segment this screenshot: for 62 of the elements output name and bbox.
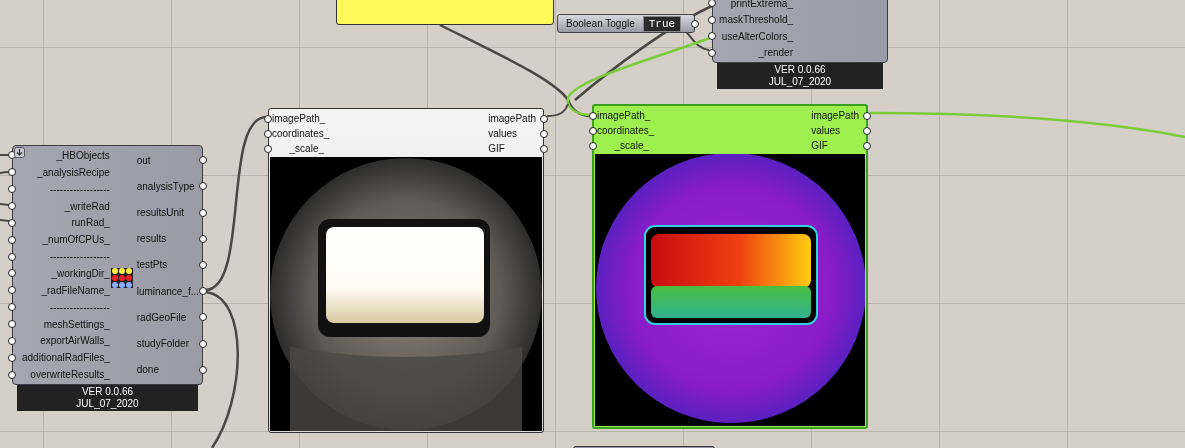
output-label: luminance_f... <box>136 285 199 297</box>
output-port[interactable] <box>199 339 207 348</box>
output-port[interactable] <box>199 261 207 269</box>
input-label: _scale_ <box>613 140 649 151</box>
input-label: additionalRadFiles_ <box>20 352 110 364</box>
input-label: ------------------ <box>48 301 110 313</box>
version-label: VER 0.0.66 JUL_07_2020 <box>717 63 883 89</box>
version-label: VER 0.0.66 JUL_07_2020 <box>17 385 198 411</box>
input-label: imagePath_ <box>272 113 326 124</box>
input-label: _workingDir_ <box>50 267 110 279</box>
input-label: exportAirWalls_ <box>39 335 110 347</box>
wire <box>0 203 10 206</box>
input-label: printExtrema_ <box>729 0 793 9</box>
input-label: meshSettings_ <box>42 318 110 330</box>
output-label: GIF <box>811 140 828 151</box>
boolean-toggle[interactable]: Boolean Toggle True <box>557 14 696 33</box>
input-label: _writeRad <box>63 200 110 212</box>
input-label: ------------------ <box>48 251 110 263</box>
input-label: _scale_ <box>288 143 324 154</box>
input-label: imagePath_ <box>597 110 651 121</box>
output-port[interactable] <box>199 234 207 243</box>
output-label: imagePath <box>488 113 536 124</box>
output-label: imagePath <box>811 110 859 121</box>
output-port[interactable] <box>199 208 207 217</box>
output-port[interactable] <box>199 287 207 296</box>
panel-node[interactable] <box>336 0 554 25</box>
input-label: runRad_ <box>70 217 110 229</box>
output-port[interactable] <box>199 365 207 374</box>
output-label: analysisType <box>136 180 195 192</box>
input-label: _render <box>757 47 793 59</box>
input-label: _analysisRecipe <box>36 166 110 178</box>
output-label: testPts <box>136 259 168 271</box>
output-label: out <box>136 154 151 166</box>
output-port[interactable] <box>199 182 207 191</box>
input-label: _numOfCPUs_ <box>41 234 110 246</box>
wire <box>0 219 10 222</box>
output-label: radGeoFile <box>136 311 187 323</box>
input-label: _HBObjects <box>55 149 110 161</box>
dot-grid-icon <box>111 268 134 288</box>
output-port[interactable] <box>691 19 700 28</box>
arrow-down-icon[interactable] <box>14 147 25 158</box>
input-label: coordinates_ <box>597 125 655 136</box>
toggle-label: Boolean Toggle <box>566 18 635 29</box>
toggle-value[interactable]: True <box>642 15 682 32</box>
input-label: ------------------ <box>48 183 110 195</box>
wire <box>0 154 10 156</box>
output-label: values <box>811 125 841 136</box>
output-label: values <box>488 128 518 139</box>
output-label: done <box>136 364 159 376</box>
input-label: useAlterColors_ <box>720 30 793 42</box>
output-label: studyFolder <box>136 338 189 350</box>
input-label: coordinates_ <box>272 128 330 139</box>
output-label: resultsUnit <box>136 207 184 219</box>
output-port[interactable] <box>199 156 207 165</box>
input-label: overwriteResults_ <box>29 369 110 381</box>
input-label: maskThreshold_ <box>718 14 793 26</box>
output-label: GIF <box>488 143 505 154</box>
input-label: _radFileName_ <box>40 284 110 296</box>
image-viewer-node[interactable]: imagePath_ coordinates_ _scale_ imagePath values GIF <box>592 104 868 429</box>
output-label: results <box>136 233 167 245</box>
wire <box>0 171 10 174</box>
output-port[interactable] <box>199 313 207 322</box>
